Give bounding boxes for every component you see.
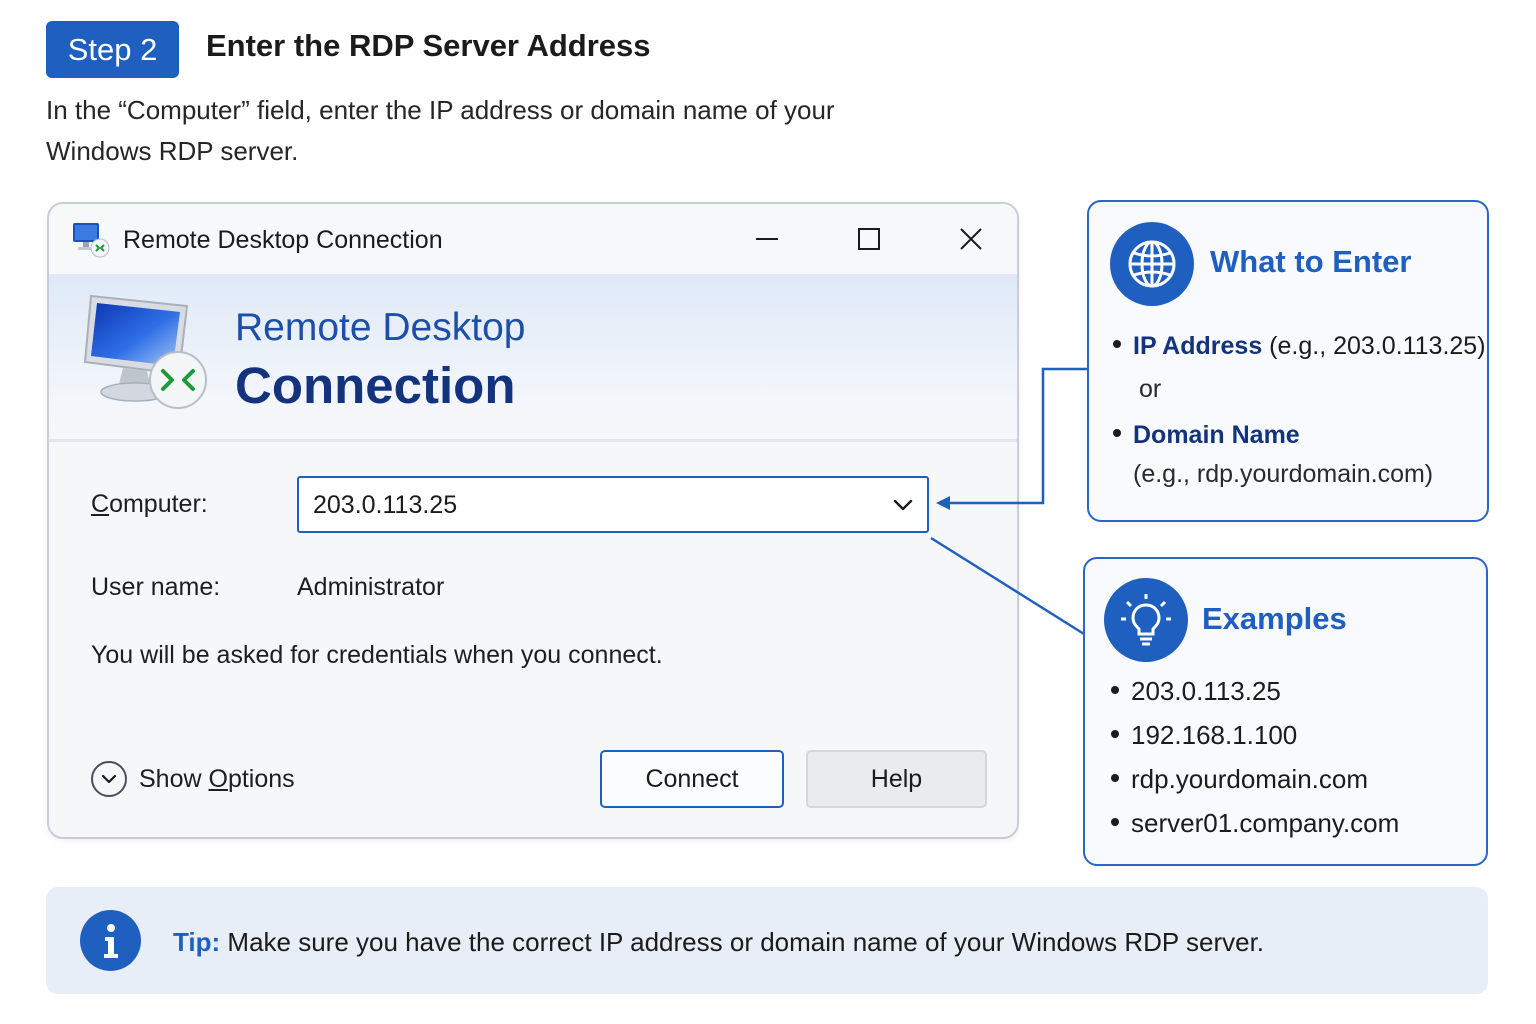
- example-item: 203.0.113.25: [1111, 676, 1281, 707]
- globe-icon-graphic: [1128, 240, 1176, 288]
- show-options-rest: ptions: [227, 764, 295, 793]
- page-title: Enter the RDP Server Address: [206, 28, 651, 63]
- bullet-ip-address: IP Address (e.g., 203.0.113.25): [1113, 332, 1486, 361]
- domain-name-label: Domain Name: [1133, 421, 1300, 449]
- minimize-button[interactable]: [743, 216, 791, 262]
- chevron-down-icon[interactable]: [889, 492, 917, 518]
- info-icon: [80, 910, 141, 971]
- example-text: server01.company.com: [1131, 808, 1400, 838]
- globe-icon: [1110, 222, 1194, 306]
- what-to-enter-title: What to Enter: [1210, 244, 1412, 279]
- tip-label: Tip:: [173, 927, 221, 957]
- info-icon-graphic: [103, 923, 118, 958]
- lightbulb-icon-graphic: [1121, 594, 1171, 646]
- remote-desktop-monitor-icon: [83, 294, 207, 409]
- tip-text: Tip: Make sure you have the correct IP a…: [173, 927, 1264, 958]
- computer-input[interactable]: [313, 486, 873, 524]
- example-item: 192.168.1.100: [1111, 720, 1297, 751]
- minimize-icon: [756, 238, 778, 240]
- help-button[interactable]: Help: [806, 750, 987, 808]
- domain-name-example: (e.g., rdp.yourdomain.com): [1133, 460, 1434, 488]
- username-value: Administrator: [297, 573, 445, 601]
- title-bar[interactable]: Remote Desktop Connection: [49, 204, 1017, 274]
- show-options-label: Show Options: [139, 765, 295, 794]
- window-title: Remote Desktop Connection: [123, 226, 443, 254]
- computer-label-access-key: C: [91, 490, 110, 518]
- maximize-button[interactable]: [845, 216, 893, 262]
- username-label: User name:: [91, 573, 221, 601]
- remote-desktop-small-icon: [73, 223, 110, 258]
- intro-line-2: Windows RDP server.: [46, 136, 299, 166]
- banner-title-line-1: Remote Desktop: [235, 306, 526, 349]
- credentials-note: You will be asked for credentials when y…: [91, 641, 663, 669]
- computer-label: Computer:: [91, 490, 208, 519]
- example-text: 192.168.1.100: [1131, 720, 1298, 750]
- show-options-access-key: O: [208, 764, 228, 793]
- step-badge: Step 2: [46, 21, 179, 78]
- or-text: or: [1139, 375, 1162, 403]
- example-item: server01.company.com: [1111, 808, 1399, 839]
- lightbulb-icon: [1104, 578, 1188, 662]
- chevron-down-circle-icon[interactable]: [91, 761, 127, 797]
- intro-text: In the “Computer” field, enter the IP ad…: [46, 90, 966, 172]
- examples-card: Examples 203.0.113.25 192.168.1.100 rdp.…: [1083, 557, 1488, 866]
- what-to-enter-card: What to Enter IP Address (e.g., 203.0.11…: [1087, 200, 1489, 522]
- intro-line-1: In the “Computer” field, enter the IP ad…: [46, 95, 835, 125]
- tip-body: Make sure you have the correct IP addres…: [220, 927, 1265, 957]
- banner-title-line-2: Connection: [235, 357, 516, 414]
- close-button[interactable]: [947, 216, 995, 262]
- computer-label-rest: omputer:: [109, 490, 208, 518]
- show-options-prefix: Show: [139, 764, 209, 793]
- bullet-domain-name: Domain Name: [1113, 421, 1300, 450]
- dialog-banner: Remote Desktop Connection: [49, 274, 1017, 442]
- show-options-toggle[interactable]: Show Options: [91, 761, 295, 797]
- maximize-icon: [858, 228, 880, 250]
- examples-title: Examples: [1202, 601, 1347, 636]
- ip-address-label: IP Address: [1133, 332, 1263, 360]
- tip-banner: Tip: Make sure you have the correct IP a…: [46, 887, 1488, 994]
- example-item: rdp.yourdomain.com: [1111, 764, 1368, 795]
- close-icon: [960, 228, 982, 250]
- example-text: rdp.yourdomain.com: [1131, 764, 1368, 794]
- computer-combobox[interactable]: [297, 476, 929, 533]
- rdp-dialog: Remote Desktop Connection Remote Desktop…: [47, 202, 1019, 839]
- chevron-down-icon: [101, 774, 117, 784]
- connect-button[interactable]: Connect: [600, 750, 784, 808]
- example-text: 203.0.113.25: [1131, 676, 1281, 706]
- ip-address-example: (e.g., 203.0.113.25): [1262, 332, 1486, 360]
